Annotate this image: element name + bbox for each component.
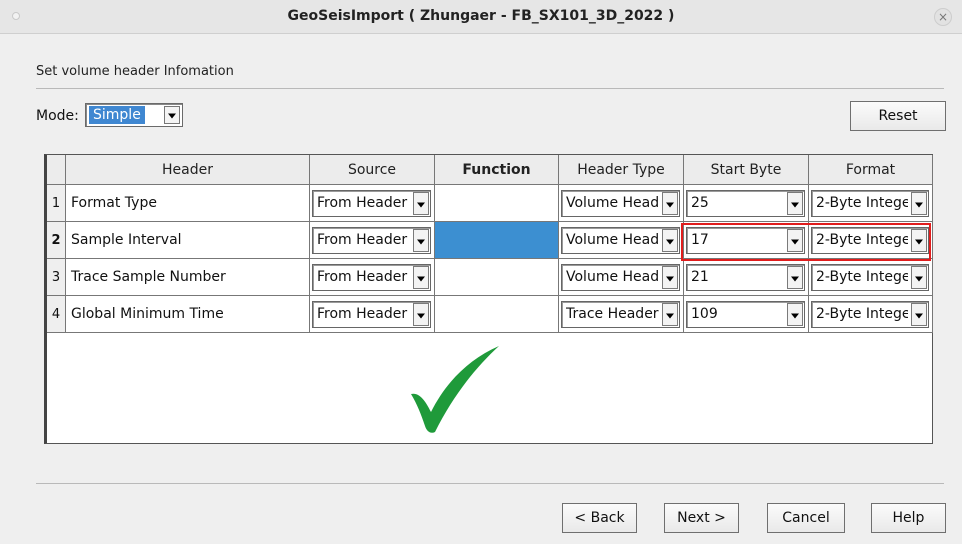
chevron-down-icon[interactable] bbox=[662, 303, 678, 326]
source-dropdown[interactable]: From Header bbox=[312, 190, 431, 217]
header-name-cell[interactable]: Global Minimum Time bbox=[66, 296, 310, 333]
source-value: From Header bbox=[317, 232, 408, 248]
function-cell[interactable] bbox=[435, 185, 559, 222]
cancel-button[interactable]: Cancel bbox=[767, 503, 845, 533]
next-button[interactable]: Next > bbox=[664, 503, 739, 533]
header-type-value: Volume Header bbox=[566, 232, 659, 248]
row-number: 1 bbox=[47, 185, 66, 222]
source-cell: From Header bbox=[310, 259, 435, 296]
header-name-cell[interactable]: Sample Interval bbox=[66, 222, 310, 259]
header-type-dropdown[interactable]: Volume Header bbox=[561, 190, 680, 217]
start-byte-combo[interactable]: 21 bbox=[686, 264, 805, 291]
header-type-cell: Volume Header bbox=[559, 259, 684, 296]
header-type-dropdown[interactable]: Trace Header bbox=[561, 301, 680, 328]
chevron-down-icon[interactable] bbox=[164, 106, 180, 124]
start-byte-combo[interactable]: 109 bbox=[686, 301, 805, 328]
mode-select[interactable]: Simple bbox=[85, 103, 183, 127]
header-name-cell[interactable]: Format Type bbox=[66, 185, 310, 222]
function-cell[interactable] bbox=[435, 296, 559, 333]
format-cell: 2-Byte Integer bbox=[809, 185, 933, 222]
divider bbox=[36, 483, 944, 484]
corner-header bbox=[47, 155, 66, 185]
source-cell: From Header bbox=[310, 185, 435, 222]
column-header-source[interactable]: Source bbox=[310, 155, 435, 185]
chevron-down-icon[interactable] bbox=[413, 192, 429, 215]
column-header-header-type[interactable]: Header Type bbox=[559, 155, 684, 185]
header-type-value: Volume Header bbox=[566, 269, 659, 285]
source-cell: From Header bbox=[310, 222, 435, 259]
section-label: Set volume header Infomation bbox=[36, 64, 234, 79]
source-value: From Header bbox=[317, 269, 408, 285]
format-value: 2-Byte Integer bbox=[816, 269, 908, 285]
format-value: 2-Byte Integer bbox=[816, 306, 908, 322]
close-icon[interactable]: × bbox=[934, 8, 952, 26]
chevron-down-icon[interactable] bbox=[911, 266, 927, 289]
chevron-down-icon[interactable] bbox=[413, 266, 429, 289]
format-dropdown[interactable]: 2-Byte Integer bbox=[811, 190, 929, 217]
title-bar: GeoSeisImport ( Zhungaer - FB_SX101_3D_2… bbox=[0, 0, 962, 34]
source-dropdown[interactable]: From Header bbox=[312, 264, 431, 291]
chevron-down-icon[interactable] bbox=[413, 303, 429, 326]
column-header-header[interactable]: Header bbox=[66, 155, 310, 185]
chevron-down-icon[interactable] bbox=[662, 192, 678, 215]
mode-label: Mode: bbox=[36, 108, 79, 124]
window-title: GeoSeisImport ( Zhungaer - FB_SX101_3D_2… bbox=[287, 8, 675, 24]
format-cell: 2-Byte Integer bbox=[809, 259, 933, 296]
source-dropdown[interactable]: From Header bbox=[312, 227, 431, 254]
chevron-down-icon[interactable] bbox=[662, 266, 678, 289]
start-byte-value: 25 bbox=[691, 195, 709, 211]
row-number: 3 bbox=[47, 259, 66, 296]
check-mark-icon bbox=[411, 346, 499, 433]
reset-button[interactable]: Reset bbox=[850, 101, 946, 131]
header-type-value: Trace Header bbox=[566, 306, 659, 322]
header-type-value: Volume Header bbox=[566, 195, 659, 211]
start-byte-value: 21 bbox=[691, 269, 709, 285]
start-byte-cell: 25 bbox=[684, 185, 809, 222]
back-button[interactable]: < Back bbox=[562, 503, 637, 533]
help-button[interactable]: Help bbox=[871, 503, 946, 533]
function-cell[interactable] bbox=[435, 259, 559, 296]
chevron-down-icon[interactable] bbox=[413, 229, 429, 252]
source-cell: From Header bbox=[310, 296, 435, 333]
chevron-down-icon[interactable] bbox=[787, 266, 803, 289]
chevron-down-icon[interactable] bbox=[662, 229, 678, 252]
annotation-highlight-box bbox=[681, 223, 931, 261]
start-byte-combo[interactable]: 25 bbox=[686, 190, 805, 217]
chevron-down-icon[interactable] bbox=[911, 303, 927, 326]
source-value: From Header bbox=[317, 306, 408, 322]
chevron-down-icon[interactable] bbox=[787, 303, 803, 326]
row-number: 4 bbox=[47, 296, 66, 333]
format-value: 2-Byte Integer bbox=[816, 195, 908, 211]
format-dropdown[interactable]: 2-Byte Integer bbox=[811, 301, 929, 328]
header-type-dropdown[interactable]: Volume Header bbox=[561, 264, 680, 291]
chevron-down-icon[interactable] bbox=[787, 192, 803, 215]
format-cell: 2-Byte Integer bbox=[809, 296, 933, 333]
column-header-start-byte[interactable]: Start Byte bbox=[684, 155, 809, 185]
column-header-format[interactable]: Format bbox=[809, 155, 933, 185]
source-value: From Header bbox=[317, 195, 408, 211]
row-number: 2 bbox=[47, 222, 66, 259]
header-type-cell: Trace Header bbox=[559, 296, 684, 333]
header-name-cell[interactable]: Trace Sample Number bbox=[66, 259, 310, 296]
start-byte-value: 109 bbox=[691, 306, 718, 322]
chevron-down-icon[interactable] bbox=[911, 192, 927, 215]
format-dropdown[interactable]: 2-Byte Integer bbox=[811, 264, 929, 291]
start-byte-cell: 109 bbox=[684, 296, 809, 333]
header-type-dropdown[interactable]: Volume Header bbox=[561, 227, 680, 254]
column-header-function[interactable]: Function bbox=[435, 155, 559, 185]
mode-select-value: Simple bbox=[89, 106, 145, 124]
source-dropdown[interactable]: From Header bbox=[312, 301, 431, 328]
header-type-cell: Volume Header bbox=[559, 222, 684, 259]
divider bbox=[36, 88, 944, 89]
function-cell-selected[interactable] bbox=[435, 222, 559, 259]
start-byte-cell: 21 bbox=[684, 259, 809, 296]
header-type-cell: Volume Header bbox=[559, 185, 684, 222]
